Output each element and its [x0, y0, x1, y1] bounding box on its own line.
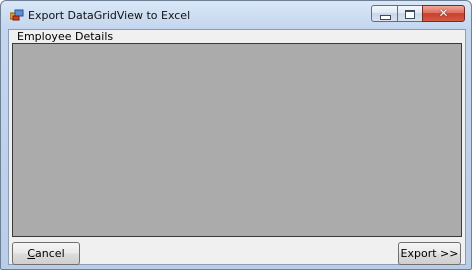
- maximize-button[interactable]: [397, 5, 422, 22]
- form-client-area: Employee Details Cancel Export >>: [8, 29, 466, 265]
- title-bar[interactable]: Export DataGridView to Excel ✕: [1, 1, 471, 29]
- app-window-icon: [10, 9, 24, 21]
- cancel-button[interactable]: Cancel: [12, 242, 80, 265]
- export-button[interactable]: Export >>: [398, 242, 461, 265]
- caption-buttons: ✕: [371, 5, 465, 23]
- data-grid-view[interactable]: [12, 43, 462, 237]
- close-icon: ✕: [438, 6, 449, 20]
- minimize-icon: [380, 15, 391, 20]
- window-title: Export DataGridView to Excel: [28, 9, 191, 22]
- group-label: Employee Details: [17, 30, 114, 43]
- cancel-accelerator: C: [27, 247, 36, 260]
- minimize-button[interactable]: [371, 5, 397, 22]
- close-button[interactable]: ✕: [422, 5, 465, 22]
- maximize-icon: [405, 10, 415, 19]
- main-window: Export DataGridView to Excel ✕ Employee …: [0, 0, 472, 270]
- cancel-label: ancel: [35, 247, 65, 260]
